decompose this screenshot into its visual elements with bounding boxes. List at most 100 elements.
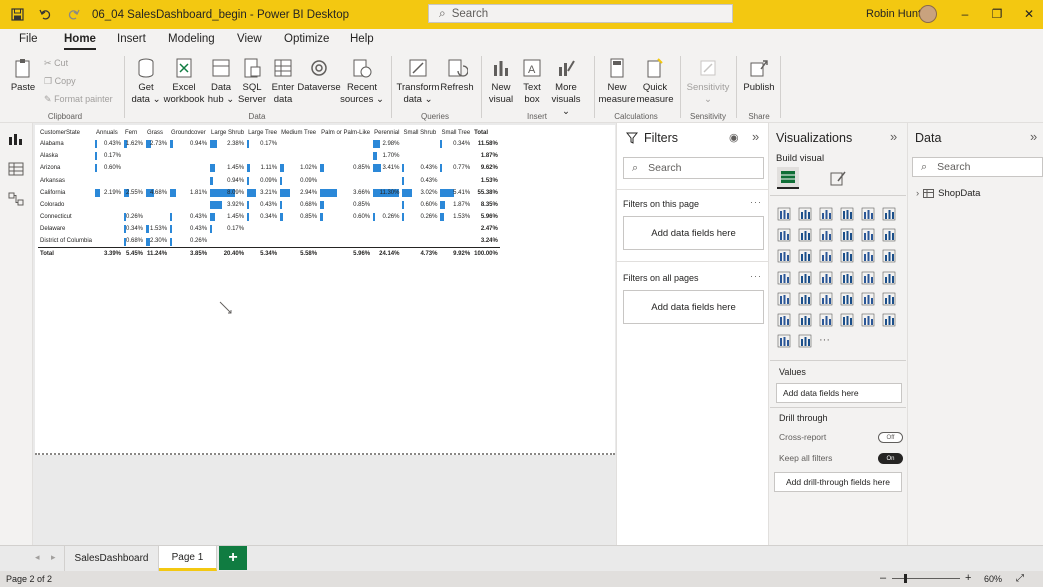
matrix-cell[interactable] [279,150,319,162]
filled-map-icon[interactable] [798,271,812,285]
matrix-cell[interactable]: 2.38% [209,138,246,150]
matrix-cell[interactable]: 0.09% [246,175,279,187]
line-chart-icon[interactable] [777,228,791,242]
matrix-cell[interactable] [169,150,209,162]
matrix-cell[interactable] [169,199,209,211]
matrix-column-header[interactable]: Large Tree [246,127,279,138]
matrix-cell[interactable]: 0.17% [94,150,123,162]
matrix-column-header[interactable]: Perennial [372,127,401,138]
matrix-cell[interactable] [439,175,472,187]
format-visual-icon[interactable] [829,169,847,187]
matrix-cell[interactable] [401,138,439,150]
matrix-row-total[interactable]: 2.47% [472,223,500,235]
stacked-bar-icon[interactable] [777,207,791,221]
matrix-cell[interactable] [209,150,246,162]
matrix-cell[interactable]: 0.43% [169,223,209,235]
matrix-cell[interactable] [209,236,246,248]
matrix-cell[interactable]: 0.85% [279,211,319,223]
matrix-cell[interactable] [319,150,372,162]
matrix-visual[interactable]: CustomerState Annuals Fern Grass Groundcover… [38,127,500,260]
matrix-row-label[interactable]: California [38,187,94,199]
sql-server-button[interactable]: SQL Server [237,57,267,106]
matrix-cell[interactable] [123,162,145,174]
matrix-column-header[interactable]: Medium Tree [279,127,319,138]
avatar[interactable] [919,5,937,23]
redo-icon[interactable] [62,4,84,26]
more-options-icon[interactable]: ··· [750,197,762,207]
matrix-cell[interactable] [123,175,145,187]
keep-filters-toggle[interactable]: On [878,453,903,464]
matrix-row[interactable]: Alabama 0.43% 1.62% 2.73% 0.94% 2.38% 0.17% 2.9… [38,138,500,150]
matrix-row-label[interactable]: Total [38,247,95,260]
matrix-cell[interactable]: 3.39% [94,247,124,260]
collapse-viz-icon[interactable]: » [890,129,897,144]
matrix-cell[interactable]: 3.85% [169,247,210,260]
zoom-slider-thumb[interactable] [904,574,907,583]
get-more-visuals-icon[interactable] [798,334,812,348]
matrix-cell[interactable]: 9.92% [439,247,473,260]
matrix-cell[interactable] [94,211,123,223]
tab-insert[interactable]: Insert [117,33,146,45]
matrix-cell[interactable]: 0.94% [169,138,209,150]
matrix-cell[interactable]: 0.26% [401,211,439,223]
line-column-icon[interactable] [840,228,854,242]
matrix-cell[interactable]: 0.60% [94,162,123,174]
refresh-button[interactable]: Refresh [440,57,474,94]
format-painter-button[interactable]: ✎ Format painter [44,94,113,105]
excel-workbook-button[interactable]: Excel workbook [162,57,206,106]
matrix-row-total[interactable]: 100.00% [472,247,500,260]
all-pages-filters-well[interactable]: Add data fields here [623,290,764,324]
kpi-icon[interactable] [777,292,791,306]
cross-report-toggle[interactable]: Off [878,432,903,443]
next-page-icon[interactable]: ▸ [51,552,56,563]
report-page[interactable]: CustomerState Annuals Fern Grass Groundcover… [35,125,615,455]
matrix-cell[interactable]: 1.02% [279,162,319,174]
tab-optimize[interactable]: Optimize [284,33,329,45]
matrix-cell[interactable] [372,236,401,248]
save-icon[interactable] [6,4,28,26]
close-icon[interactable]: ✕ [1019,4,1039,24]
matrix-cell[interactable] [439,150,472,162]
undo-icon[interactable] [34,4,56,26]
matrix-cell[interactable]: 11.30% [372,187,401,199]
matrix-cell[interactable] [401,236,439,248]
report-canvas[interactable]: CustomerState Annuals Fern Grass Groundcover… [33,123,616,545]
matrix-cell[interactable] [439,223,472,235]
matrix-cell[interactable]: 8.09% [209,187,246,199]
matrix-row-label[interactable]: Arkansas [38,175,94,187]
new-visual-button[interactable]: New visual [486,57,516,106]
quick-measure-button[interactable]: Quick measure [636,57,674,106]
matrix-column-header[interactable]: Total [472,127,500,138]
scatter-icon[interactable] [819,249,833,263]
area-chart-icon[interactable] [798,228,812,242]
matrix-cell[interactable]: 1.81% [169,187,209,199]
enter-data-button[interactable]: Enter data [268,57,298,106]
matrix-row-label[interactable]: Alabama [38,138,94,150]
matrix-cell[interactable]: 0.68% [123,236,145,248]
matrix-cell[interactable] [169,175,209,187]
matrix-total-row[interactable]: Total 3.39% 5.45% 11.24% 3.85% 20.40% 5.34% 5.5… [38,247,500,260]
matrix-cell[interactable]: 1.62% [123,138,145,150]
matrix-row-total[interactable]: 11.58% [472,138,500,150]
donut-chart-icon[interactable] [861,249,875,263]
matrix-cell[interactable]: 0.60% [401,199,439,211]
more-options-icon[interactable]: ··· [750,271,762,281]
matrix-column-header[interactable]: Grass [145,127,169,138]
restore-icon[interactable]: ❐ [987,4,1007,24]
matrix-cell[interactable]: 0.26% [372,211,401,223]
tab-file[interactable]: File [19,33,38,45]
matrix-cell[interactable]: 0.17% [209,223,246,235]
waterfall-icon[interactable] [777,249,791,263]
matrix-cell[interactable]: 5.96% [319,247,373,260]
matrix-row-total[interactable]: 3.24% [472,236,500,248]
data-search-input[interactable]: ⌕ Search [912,157,1043,177]
matrix-cell[interactable] [319,223,372,235]
matrix-cell[interactable]: 3.21% [246,187,279,199]
matrix-cell[interactable]: 5.34% [246,247,280,260]
minimize-icon[interactable]: – [955,4,975,24]
matrix-cell[interactable]: 0.09% [279,175,319,187]
matrix-cell[interactable]: 5.41% [439,187,472,199]
matrix-cell[interactable] [145,175,169,187]
matrix-column-header[interactable]: Annuals [94,127,123,138]
more-visuals-button[interactable]: More visuals ⌄ [547,57,585,118]
